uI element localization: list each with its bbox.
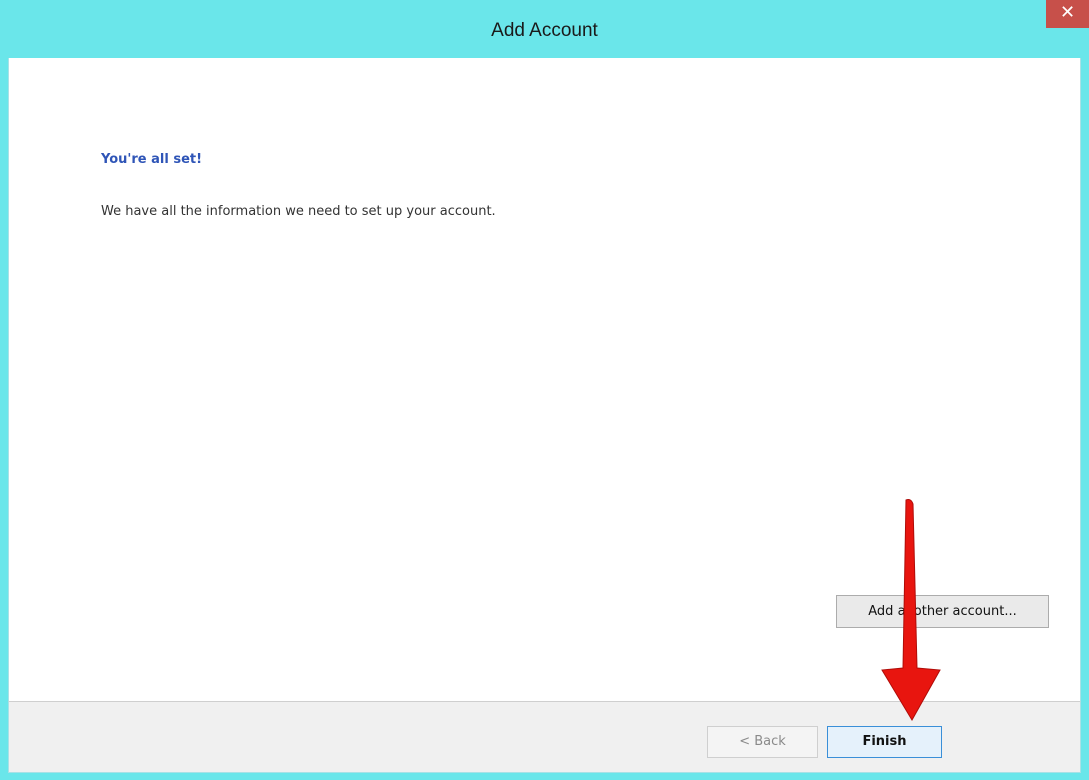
content-panel: You're all set! We have all the informat… xyxy=(8,58,1081,701)
add-account-window: Add Account ✕ You're all set! We have al… xyxy=(0,0,1089,780)
add-another-account-button[interactable]: Add another account... xyxy=(836,595,1049,628)
close-button[interactable]: ✕ xyxy=(1046,0,1089,28)
wizard-footer: < Back Finish xyxy=(8,701,1081,773)
close-icon: ✕ xyxy=(1059,2,1076,23)
window-title: Add Account xyxy=(491,20,598,41)
title-bar[interactable]: Add Account ✕ xyxy=(0,0,1089,58)
success-description: We have all the information we need to s… xyxy=(101,204,496,219)
back-button[interactable]: < Back xyxy=(707,726,818,758)
success-heading: You're all set! xyxy=(101,152,203,167)
finish-button[interactable]: Finish xyxy=(827,726,942,758)
